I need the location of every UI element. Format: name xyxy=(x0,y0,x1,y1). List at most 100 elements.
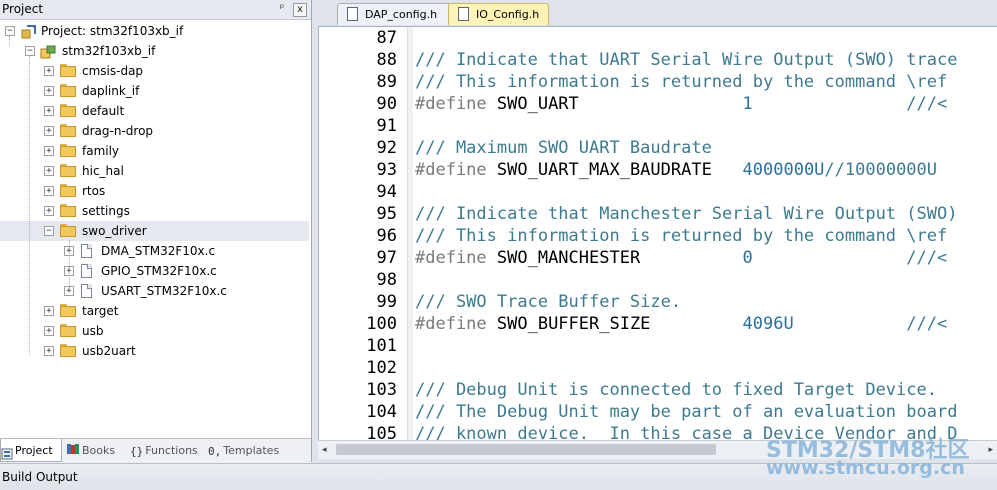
tab-functions[interactable]: {} Functions xyxy=(130,439,202,462)
preprocessor-token: #define xyxy=(415,160,487,180)
code-line[interactable]: #define SWO_UART 1 ///< xyxy=(319,93,997,115)
code-line[interactable]: #define SWO_BUFFER_SIZE 4096U ///< xyxy=(319,313,997,335)
tree-file[interactable]: + GPIO_STM32F10x.c xyxy=(0,261,309,281)
comment-token: ///< xyxy=(752,94,948,114)
expand-icon[interactable]: + xyxy=(44,346,54,356)
code-line[interactable]: /// SWO Trace Buffer Size. xyxy=(319,291,997,313)
code-line[interactable]: /// Debug Unit is connected to fixed Tar… xyxy=(319,379,997,401)
document-icon xyxy=(347,7,358,21)
folder-icon xyxy=(60,204,76,217)
tree-folder[interactable]: + drag-n-drop xyxy=(0,121,309,141)
code-line[interactable] xyxy=(319,181,997,203)
code-line[interactable] xyxy=(319,357,997,379)
project-pane-tabs: Project Books {} Functions 0, Templates xyxy=(0,438,311,463)
collapse-icon[interactable]: − xyxy=(25,46,35,56)
tree-folder[interactable]: + cmsis-dap xyxy=(0,61,309,81)
tab-project[interactable]: Project xyxy=(0,439,62,462)
code-line[interactable]: /// This information is returned by the … xyxy=(319,225,997,247)
c-file-icon xyxy=(81,264,92,278)
tree-folder-label: drag-n-drop xyxy=(82,124,154,138)
code-line[interactable] xyxy=(319,335,997,357)
project-icon xyxy=(21,25,36,39)
tree-folder-label: daplink_if xyxy=(82,84,140,98)
expand-icon[interactable]: + xyxy=(44,66,54,76)
tree-file[interactable]: + USART_STM32F10x.c xyxy=(0,281,309,301)
identifier-token: SWO_BUFFER_SIZE xyxy=(486,314,743,334)
code-text: /// This information is returned by the … xyxy=(415,225,947,247)
tree-folder[interactable]: + rtos xyxy=(0,181,309,201)
books-icon xyxy=(66,440,80,463)
tree-file[interactable]: + DMA_STM32F10x.c xyxy=(0,241,309,261)
expand-icon[interactable]: + xyxy=(44,166,54,176)
code-line[interactable]: /// Maximum SWO UART Baudrate xyxy=(319,137,997,159)
tree-file-label: USART_STM32F10x.c xyxy=(101,284,227,298)
tree-folder-label: swo_driver xyxy=(82,224,147,238)
folder-icon xyxy=(60,124,76,137)
build-output-title[interactable]: Build Output xyxy=(2,470,78,484)
tree-folder[interactable]: − swo_driver xyxy=(0,221,309,241)
preprocessor-token: #define xyxy=(415,94,487,114)
expand-icon[interactable]: + xyxy=(44,146,54,156)
tree-guide-line xyxy=(69,240,70,292)
pin-icon[interactable]: ᵖ xyxy=(276,3,288,15)
tree-folder-label: target xyxy=(82,304,119,318)
code-text: /// Indicate that UART Serial Wire Outpu… xyxy=(415,49,957,71)
scroll-left-icon[interactable]: ◂ xyxy=(322,445,327,455)
tab-io-config[interactable]: IO_Config.h xyxy=(448,3,549,25)
tree-folder[interactable]: + usb xyxy=(0,321,309,341)
code-editor[interactable]: 87 88 89 90 91 92 93 94 95 96 97 98 99 100 101 102 103 10… xyxy=(318,26,997,441)
tree-folder[interactable]: + hic_hal xyxy=(0,161,309,181)
comment-token: /// The Debug Unit may be part of an eva… xyxy=(415,402,958,422)
tree-folder[interactable]: + default xyxy=(0,101,309,121)
code-line[interactable]: /// This information is returned by the … xyxy=(319,71,997,93)
tab-dap-config[interactable]: DAP_config.h xyxy=(337,3,463,25)
tree-target[interactable]: − stm32f103xb_if xyxy=(0,41,309,61)
tab-templates[interactable]: 0, Templates xyxy=(208,439,284,462)
tree-folder[interactable]: + target xyxy=(0,301,309,321)
comment-token: /// Debug Unit is connected to fixed Tar… xyxy=(415,380,937,400)
comment-token: /// SWO Trace Buffer Size. xyxy=(415,292,682,312)
code-text: /// Debug Unit is connected to fixed Tar… xyxy=(415,379,937,401)
folder-icon xyxy=(60,104,76,117)
number-token: 0 xyxy=(742,248,753,268)
tab-books[interactable]: Books xyxy=(66,439,124,462)
code-text: #define SWO_UART 1 ///< xyxy=(415,93,947,115)
code-text: /// The Debug Unit may be part of an eva… xyxy=(415,401,957,423)
expand-icon[interactable]: + xyxy=(44,206,54,216)
tab-dap-config-label: DAP_config.h xyxy=(365,8,438,21)
collapse-icon[interactable]: − xyxy=(5,26,15,36)
functions-icon: {} xyxy=(130,444,144,458)
expand-icon[interactable]: + xyxy=(44,326,54,336)
code-line[interactable]: /// The Debug Unit may be part of an eva… xyxy=(319,401,997,423)
templates-icon: 0, xyxy=(208,444,222,458)
code-line[interactable] xyxy=(319,269,997,291)
tab-templates-label: Templates xyxy=(223,444,280,457)
scrollbar-thumb[interactable] xyxy=(336,444,716,455)
folder-icon xyxy=(60,304,76,317)
code-line[interactable]: /// Indicate that Manchester Serial Wire… xyxy=(319,203,997,225)
code-text: /// SWO Trace Buffer Size. xyxy=(415,291,681,313)
code-line[interactable]: /// Indicate that UART Serial Wire Outpu… xyxy=(319,49,997,71)
expand-icon[interactable]: + xyxy=(44,126,54,136)
tree-folder[interactable]: + family xyxy=(0,141,309,161)
tree-folder[interactable]: + settings xyxy=(0,201,309,221)
code-line[interactable]: #define SWO_UART_MAX_BAUDRATE 4000000U//… xyxy=(319,159,997,181)
tree-folder[interactable]: + daplink_if xyxy=(0,81,309,101)
code-line[interactable] xyxy=(319,115,997,137)
tree-folder[interactable]: + usb2uart xyxy=(0,341,309,361)
tab-books-label: Books xyxy=(82,444,116,457)
code-line[interactable]: #define SWO_MANCHESTER 0 ///< xyxy=(319,247,997,269)
comment-token: /// This information is returned by the … xyxy=(415,72,948,92)
expand-icon[interactable]: + xyxy=(44,86,54,96)
expand-icon[interactable]: + xyxy=(44,186,54,196)
tree-root-project[interactable]: − Project: stm32f103xb_if xyxy=(0,21,309,41)
project-pane: Project ᵖ x − Project: stm32f103xb_if − stm… xyxy=(0,0,312,463)
code-line[interactable] xyxy=(319,27,997,49)
project-tab-icon xyxy=(1,445,13,460)
collapse-icon[interactable]: − xyxy=(44,226,54,236)
expand-icon[interactable]: + xyxy=(44,106,54,116)
tree-folder-label: family xyxy=(82,144,120,158)
close-icon[interactable]: x xyxy=(293,3,307,17)
expand-icon[interactable]: + xyxy=(44,306,54,316)
comment-token: /// Indicate that Manchester Serial Wire… xyxy=(415,204,958,224)
